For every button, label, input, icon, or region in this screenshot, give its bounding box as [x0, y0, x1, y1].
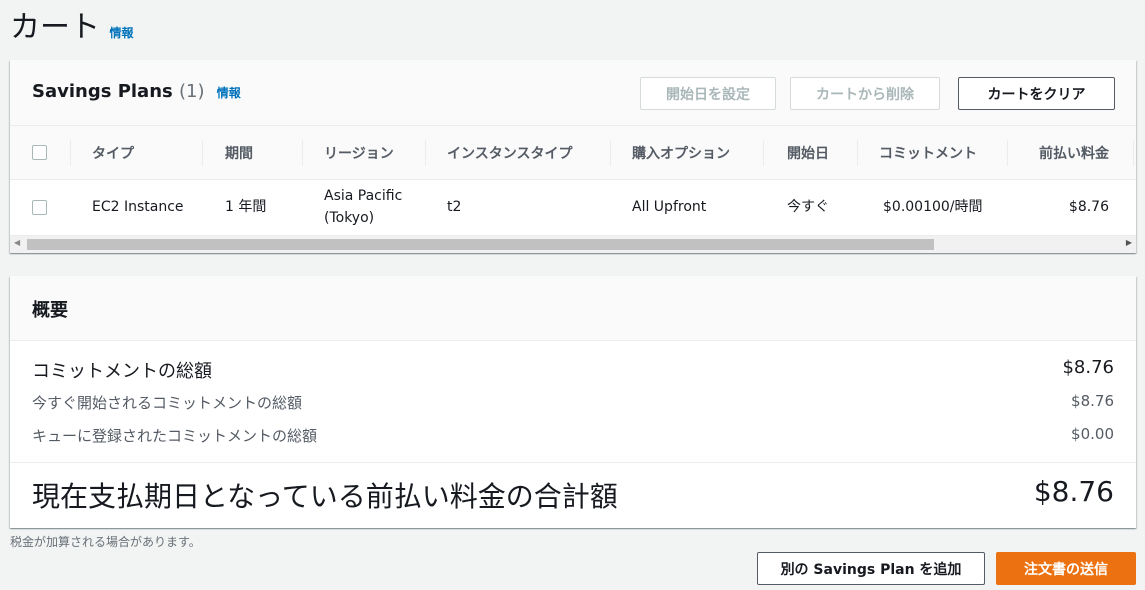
scroll-right-icon[interactable]: ▶ [1126, 238, 1132, 247]
column-header[interactable]: インスタンスタイプ [447, 126, 572, 180]
column-header[interactable]: 前払い料金 [1039, 126, 1109, 180]
now-commitment-value: $8.76 [1071, 392, 1114, 410]
cell-purchase-option: All Upfront [632, 199, 707, 215]
cell-term: 1 年間 [225, 199, 267, 215]
page-title-text: カート [10, 10, 100, 45]
column-header[interactable]: タイプ [92, 126, 134, 180]
cell-upfront: $8.76 [1068, 199, 1109, 215]
column-header[interactable]: リージョン [324, 126, 394, 180]
cell-commitment: $0.00100/時間 [883, 199, 983, 215]
savings-plans-panel: Savings Plans (1) 情報 開始日を設定 カートから削除 カートを… [10, 60, 1136, 253]
column-header[interactable]: 購入オプション [632, 126, 730, 180]
cell-region: Asia Pacific [324, 188, 403, 204]
set-start-date-button[interactable]: 開始日を設定 [640, 77, 776, 110]
due-upfront-value: $8.76 [1033, 475, 1114, 508]
info-link[interactable]: 情報 [217, 86, 241, 100]
queued-commitment-value: $0.00 [1071, 425, 1114, 443]
cell-instance-type: t2 [447, 199, 462, 215]
submit-order-button[interactable]: 注文書の送信 [996, 552, 1136, 585]
page-title: カート 情報 [10, 2, 134, 46]
panel-header: Savings Plans (1) 情報 開始日を設定 カートから削除 カートを… [10, 60, 1136, 126]
tax-note: 税金が加算される場合があります。 [10, 535, 201, 549]
remove-from-cart-button[interactable]: カートから削除 [790, 77, 940, 110]
cell-region-2: (Tokyo) [324, 210, 375, 226]
horizontal-scrollbar[interactable]: ◀ ▶ [10, 235, 1136, 253]
queued-commitment-label: キューに登録されたコミットメントの総額 [32, 427, 318, 445]
table-header: タイプ 期間 リージョン インスタンスタイプ 購入オプション 開始日 コミットメ… [10, 126, 1136, 180]
total-commitment-label: コミットメントの総額 [32, 361, 212, 382]
due-upfront-label: 現在支払期日となっている前払い料金の合計額 [32, 480, 618, 513]
plan-count: (1) [179, 81, 205, 102]
cell-start: 今すぐ [787, 199, 829, 215]
cell-type: EC2 Instance [92, 199, 184, 215]
scroll-left-icon[interactable]: ◀ [14, 238, 20, 247]
panel-title: Savings Plans [32, 81, 173, 102]
select-all-checkbox[interactable] [32, 145, 47, 160]
row-checkbox[interactable] [32, 200, 47, 215]
total-commitment-value: $8.76 [1062, 357, 1114, 378]
column-header[interactable]: コミットメント [879, 126, 977, 180]
summary-header: 概要 [10, 276, 1136, 341]
summary-panel: 概要 コミットメントの総額 $8.76 今すぐ開始されるコミットメントの総額 $8.… [10, 276, 1136, 528]
add-savings-plan-button[interactable]: 別の Savings Plan を追加 [757, 552, 985, 585]
column-header[interactable]: 期間 [225, 126, 253, 180]
info-link[interactable]: 情報 [110, 26, 134, 40]
column-header[interactable]: 開始日 [787, 126, 829, 180]
scrollbar-thumb[interactable] [27, 239, 934, 250]
now-commitment-label: 今すぐ開始されるコミットメントの総額 [32, 394, 303, 412]
table-row: EC2 Instance 1 年間 Asia Pacific (Tokyo) t… [10, 180, 1136, 235]
clear-cart-button[interactable]: カートをクリア [958, 77, 1115, 110]
summary-title: 概要 [32, 300, 68, 321]
